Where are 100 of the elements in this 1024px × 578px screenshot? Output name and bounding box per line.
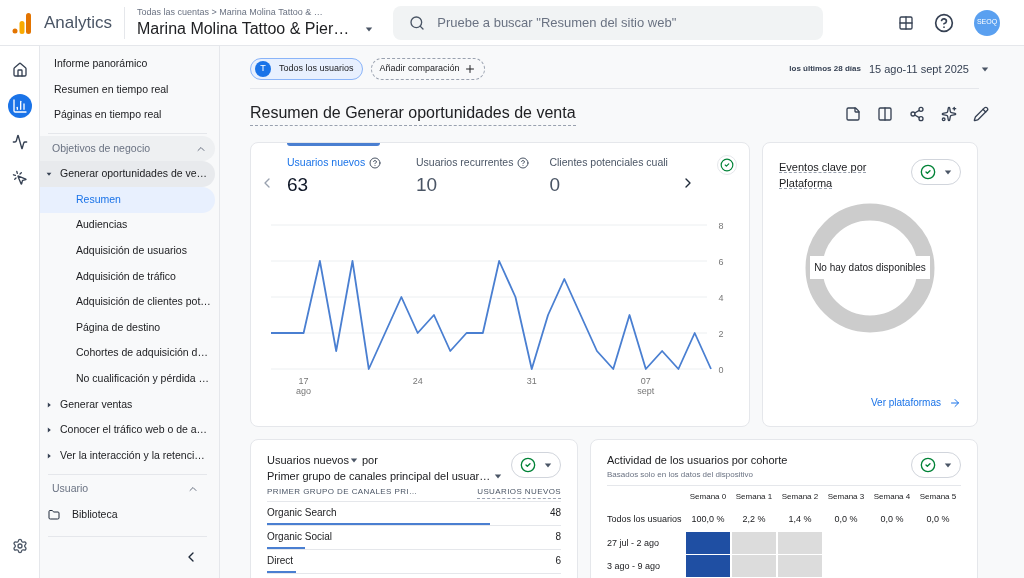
table-cell: Organic Social	[267, 530, 333, 544]
no-data-label: No hay datos disponibles	[810, 256, 930, 279]
cursor-icon	[11, 170, 28, 186]
search-field[interactable]: Pruebe a buscar "Resumen del sitio web"	[393, 5, 824, 40]
view-platforms-link[interactable]: Ver plataformas	[870, 395, 961, 410]
folder-icon	[48, 508, 60, 521]
settings-icon[interactable]	[11, 538, 28, 554]
tree-item[interactable]: Resumen	[40, 186, 215, 213]
title-connector: por	[361, 453, 378, 468]
check-circle-icon	[920, 457, 936, 473]
tree-item[interactable]: Generar oportunidades de ve…	[40, 161, 215, 187]
section-title: Objetivos de negocio	[52, 140, 151, 156]
y-tick-label: 2	[718, 329, 724, 340]
check-circle-icon	[720, 158, 734, 172]
card-subtitle: Basados solo en los datos del dispositivo	[607, 468, 754, 481]
sidebar-item[interactable]: Resumen en tiempo real	[40, 76, 215, 103]
date-range-selector[interactable]: 15 ago-11 sept 2025	[868, 60, 989, 78]
section-title: Usuario	[52, 481, 89, 497]
row-label: 27 jul - 2 ago	[607, 536, 661, 550]
table-cell-text: 0,0 %	[833, 513, 859, 527]
metric-tab[interactable]: Clientes potenciales cuali 0	[541, 155, 676, 200]
tree-item[interactable]: Adquisición de usuarios	[40, 238, 215, 264]
column-header: Semana 4	[872, 491, 912, 503]
share-icon[interactable]	[909, 105, 925, 122]
caret-icon	[46, 171, 52, 178]
column-header: PRIMER GRUPO DE CANALES PRI…	[267, 486, 418, 498]
column-header: Semana 2	[780, 491, 820, 503]
sidebar-item[interactable]: Informe panorámico	[40, 51, 215, 77]
compare-dropdown[interactable]	[511, 452, 561, 478]
tree-item[interactable]: Ver la interacción y la retenci…	[40, 442, 215, 469]
caret-icon	[944, 168, 952, 176]
trend-icon	[11, 134, 28, 150]
bar-chart-icon	[11, 98, 28, 114]
row-label: Todos los usuarios	[607, 513, 683, 527]
tree-item[interactable]: No cualificación y pérdida …	[40, 366, 215, 392]
help-icon[interactable]	[934, 12, 954, 33]
caret-icon	[46, 427, 52, 434]
edit-icon[interactable]	[973, 105, 989, 122]
table-cell: 48	[549, 506, 561, 520]
dimension-selector[interactable]: Primer grupo de canales principal del usuar…	[267, 468, 503, 484]
note-icon[interactable]	[845, 105, 861, 122]
x-tick-label: 17 ago	[296, 376, 312, 397]
check-circle-icon	[920, 164, 936, 180]
apps-grid-icon[interactable]	[898, 14, 914, 31]
caret-icon	[544, 461, 552, 469]
caret-icon	[349, 456, 358, 464]
sidebar-item[interactable]: Páginas en tiempo real	[40, 102, 215, 128]
y-tick-label: 0	[718, 365, 724, 376]
tree-item[interactable]: Conocer el tráfico web o de a…	[40, 417, 215, 443]
segment-chip[interactable]: T Todos los usuarios	[250, 58, 363, 80]
x-tick-label: 31	[526, 376, 537, 387]
y-tick-label: 8	[718, 221, 724, 232]
property-selector[interactable]: Marina Molina Tattoo & Pier…	[137, 19, 374, 40]
columns-icon[interactable]	[877, 105, 893, 122]
search-icon	[409, 14, 426, 31]
table-cell: 8	[555, 530, 561, 544]
tree-item[interactable]: Audiencias	[40, 212, 215, 239]
metric-label: Usuarios recurrentes	[416, 155, 514, 170]
caret-icon	[46, 401, 52, 408]
compare-dropdown[interactable]	[911, 159, 961, 185]
section-header[interactable]: Usuario	[48, 476, 207, 503]
table-cell: Organic Search	[267, 506, 337, 520]
sidebar-item[interactable]: Biblioteca	[48, 502, 207, 528]
caret-icon	[981, 65, 989, 73]
help-icon	[517, 156, 530, 169]
date-range-label: los últimos 28 días	[789, 63, 861, 75]
column-header: Semana 3	[826, 491, 866, 503]
help-icon	[369, 156, 382, 169]
tree-item[interactable]: Adquisición de tráfico	[40, 263, 215, 290]
sparkle-icon[interactable]	[941, 105, 957, 122]
compare-dropdown[interactable]	[911, 452, 961, 478]
column-header: Semana 5	[918, 491, 958, 503]
section-header[interactable]: Objetivos de negocio	[40, 135, 215, 162]
table-cell-text: 0,0 %	[879, 513, 905, 527]
metric-selector[interactable]: Usuarios nuevos	[267, 452, 358, 468]
caret-icon	[494, 472, 503, 480]
page-title: Resumen de Generar oportunidades de venta	[250, 101, 576, 126]
row-label: 3 ago - 9 ago	[607, 559, 662, 573]
tree-item[interactable]: Página de destino	[40, 314, 215, 341]
table-cell-text: 1,4 %	[787, 513, 813, 527]
metric-value: 0	[549, 172, 562, 197]
breadcrumb: Todas las cuentas > Marina Molina Tattoo & …	[137, 5, 324, 19]
card-title: Actividad de los usuarios por cohorte	[607, 453, 788, 468]
tree-item[interactable]: Adquisición de clientes pot…	[40, 289, 215, 315]
metric-tab[interactable]: Usuarios nuevos 63	[279, 155, 404, 200]
caret-icon	[944, 461, 952, 469]
segment-initial: T	[255, 61, 271, 77]
tree-item[interactable]: Generar ventas	[40, 391, 215, 418]
table-cell: Direct	[267, 554, 294, 568]
x-tick-label: 07 sept	[637, 376, 655, 397]
metric-tab[interactable]: Usuarios recurrentes 10	[408, 155, 538, 200]
column-header: Semana 1	[734, 491, 774, 503]
plus-icon	[463, 63, 476, 75]
rail-nav-button[interactable]	[7, 94, 32, 118]
y-tick-label: 4	[718, 293, 724, 304]
tree-item[interactable]: Cohortes de adquisición d…	[40, 340, 215, 367]
table-cell: 6	[555, 554, 561, 568]
product-name: Analytics	[44, 11, 113, 34]
metric-value: 63	[287, 172, 310, 197]
analytics-logo-icon	[12, 11, 32, 34]
